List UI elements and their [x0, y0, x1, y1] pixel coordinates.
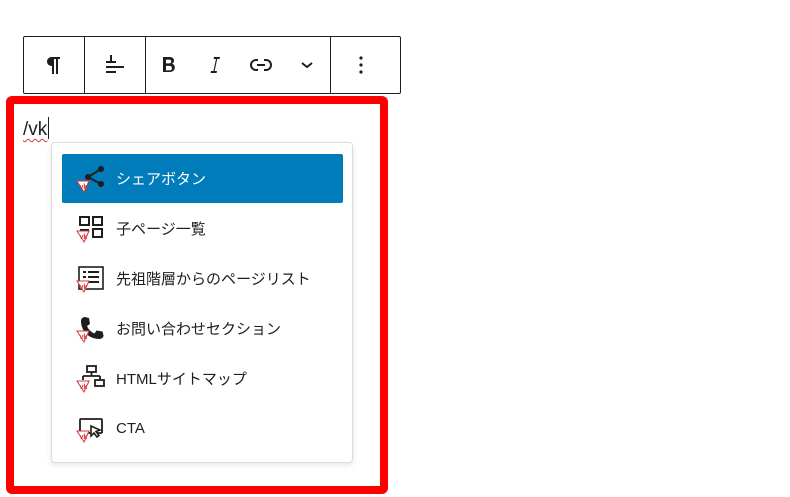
block-toolbar	[23, 36, 401, 94]
cta-click-icon: vk	[76, 414, 106, 444]
format-group	[145, 37, 330, 93]
option-label: CTA	[116, 420, 145, 437]
child-pages-grid-icon: vk	[76, 214, 106, 244]
option-contact-section[interactable]: vk お問い合わせセクション	[62, 304, 343, 353]
align-button[interactable]	[85, 37, 145, 93]
bold-button[interactable]	[146, 37, 192, 93]
chevron-down-icon	[300, 60, 314, 70]
align-group	[84, 37, 145, 93]
page-list-icon: vk	[76, 264, 106, 294]
kebab-menu-icon	[358, 55, 364, 75]
option-share-button[interactable]: vk シェアボタン	[62, 154, 343, 203]
paragraph-input[interactable]: /vk	[23, 117, 50, 141]
sitemap-icon: vk	[76, 364, 106, 394]
option-label: お問い合わせセクション	[116, 320, 282, 338]
bold-icon	[161, 56, 177, 74]
block-type-group	[24, 37, 84, 93]
svg-text:vk: vk	[80, 184, 88, 191]
paragraph-button[interactable]	[24, 37, 84, 93]
share-icon: vk	[76, 164, 106, 194]
slash-inserter-popover: vk シェアボタン vk 子ページ一覧 vk 先祖階層からのページリスト vk …	[51, 142, 353, 463]
align-text-icon	[104, 54, 126, 76]
options-group	[330, 37, 391, 93]
italic-icon	[209, 56, 221, 74]
phone-icon: vk	[76, 314, 106, 344]
option-child-pages[interactable]: vk 子ページ一覧	[62, 204, 343, 253]
option-label: HTMLサイトマップ	[116, 371, 247, 388]
italic-button[interactable]	[192, 37, 238, 93]
svg-text:vk: vk	[80, 284, 88, 291]
svg-text:vk: vk	[80, 384, 88, 391]
more-rich-text-button[interactable]	[284, 37, 330, 93]
link-button[interactable]	[238, 37, 284, 93]
link-icon	[250, 58, 272, 72]
option-html-sitemap[interactable]: vk HTMLサイトマップ	[62, 354, 343, 403]
option-label: 子ページ一覧	[116, 220, 206, 238]
pilcrow-icon	[46, 55, 62, 75]
svg-text:vk: vk	[80, 234, 88, 241]
options-button[interactable]	[331, 37, 391, 93]
option-label: シェアボタン	[116, 170, 207, 188]
option-label: 先祖階層からのページリスト	[116, 270, 311, 288]
option-cta[interactable]: vk CTA	[62, 404, 343, 453]
text-caret	[48, 117, 50, 139]
typed-slash-command: /vk	[23, 119, 48, 140]
option-ancestor-page-list[interactable]: vk 先祖階層からのページリスト	[62, 254, 343, 303]
svg-text:vk: vk	[80, 334, 88, 341]
svg-text:vk: vk	[80, 434, 88, 441]
